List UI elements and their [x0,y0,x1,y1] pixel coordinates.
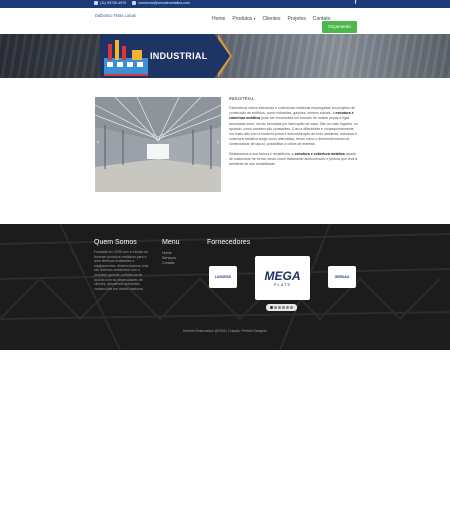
carousel-dot[interactable] [277,306,281,309]
carousel-pagination [266,304,297,311]
chevron-down-icon: ▾ [253,17,256,21]
site-logo[interactable]: Dalbosco Telas Lonas [95,13,136,18]
nav-clientes[interactable]: Clientes [262,16,280,22]
page-banner: INDUSTRIAL [0,34,450,78]
main-nav: Home Produtos ▾ Clientes Projetos Contat… [212,16,337,22]
facebook-icon[interactable]: f [353,1,358,6]
menu-title: Menu [162,239,180,246]
nav-produtos-label: Produtos [232,16,253,22]
phone-icon [94,1,98,5]
footer-link-contato[interactable]: Contato [162,261,176,266]
about-title: Quem Somos [94,239,137,246]
footer-menu: Home Serviços Contato [162,251,176,266]
site-header: Dalbosco Telas Lonas Home Produtos ▾ Cli… [0,8,450,34]
suppliers-title: Fornecedores [207,239,251,246]
supplier-logo-lanxess[interactable]: LANXESS [209,266,237,288]
content-paragraph-2: Destacamos a sua leveza e resistência, a… [229,152,359,168]
phone-contact[interactable]: (11) 99730-4970 [94,1,126,5]
supplier-subname: PLATE [273,281,292,287]
carousel-dot[interactable] [286,306,290,309]
about-text: Fundada em 2006 com a missão de fornecer… [94,250,149,291]
supplier-name: GERDAU [334,275,350,279]
email-contact[interactable]: comercial@seusitemetalica.com [132,1,190,5]
slider-next-icon[interactable]: › [217,140,219,146]
mail-icon [132,1,137,5]
paragraph-text: pode ser encontrada em formato de muitas… [229,116,358,147]
factory-icon [104,40,148,76]
email-text: comercial@seusitemetalica.com [138,1,190,5]
paragraph-highlight: estrutura e cobertura metálica [294,151,345,156]
phone-text: (11) 99730-4970 [100,1,127,5]
nav-home[interactable]: Home [212,16,225,22]
supplier-name: LANXESS [214,275,231,279]
content-heading: INDUSTRIAL [229,96,254,101]
carousel-dot[interactable] [269,306,273,309]
slider-prev-icon[interactable]: ‹ [97,140,99,146]
quote-button[interactable]: Orçamento [322,21,357,33]
warehouse-image: ‹ › [95,97,221,192]
paragraph-text: Destacamos a sua leveza e resistência, a [229,151,295,156]
copyright-text: Direitos Reservados @2016 | Criação: Per… [182,329,268,333]
content-paragraph-1: Fabricamos vários estruturas e cobertura… [229,106,359,148]
top-bar: (11) 99730-4970 comercial@seusitemetalic… [0,0,450,8]
carousel-dot[interactable] [290,306,294,309]
nav-produtos[interactable]: Produtos ▾ [232,16,255,22]
banner-title: INDUSTRIAL [150,51,208,61]
content-text: INDUSTRIAL Fabricamos vários estruturas … [229,96,359,171]
nav-projetos[interactable]: Projetos [288,16,306,22]
supplier-logo-gerdau[interactable]: GERDAU [328,266,356,288]
carousel-dot[interactable] [273,306,277,309]
supplier-logo-megaplate[interactable]: MEGA PLATE [255,256,310,300]
carousel-dot[interactable] [282,306,286,309]
supplier-name: MEGA [264,268,301,283]
warehouse-picture [95,97,221,192]
